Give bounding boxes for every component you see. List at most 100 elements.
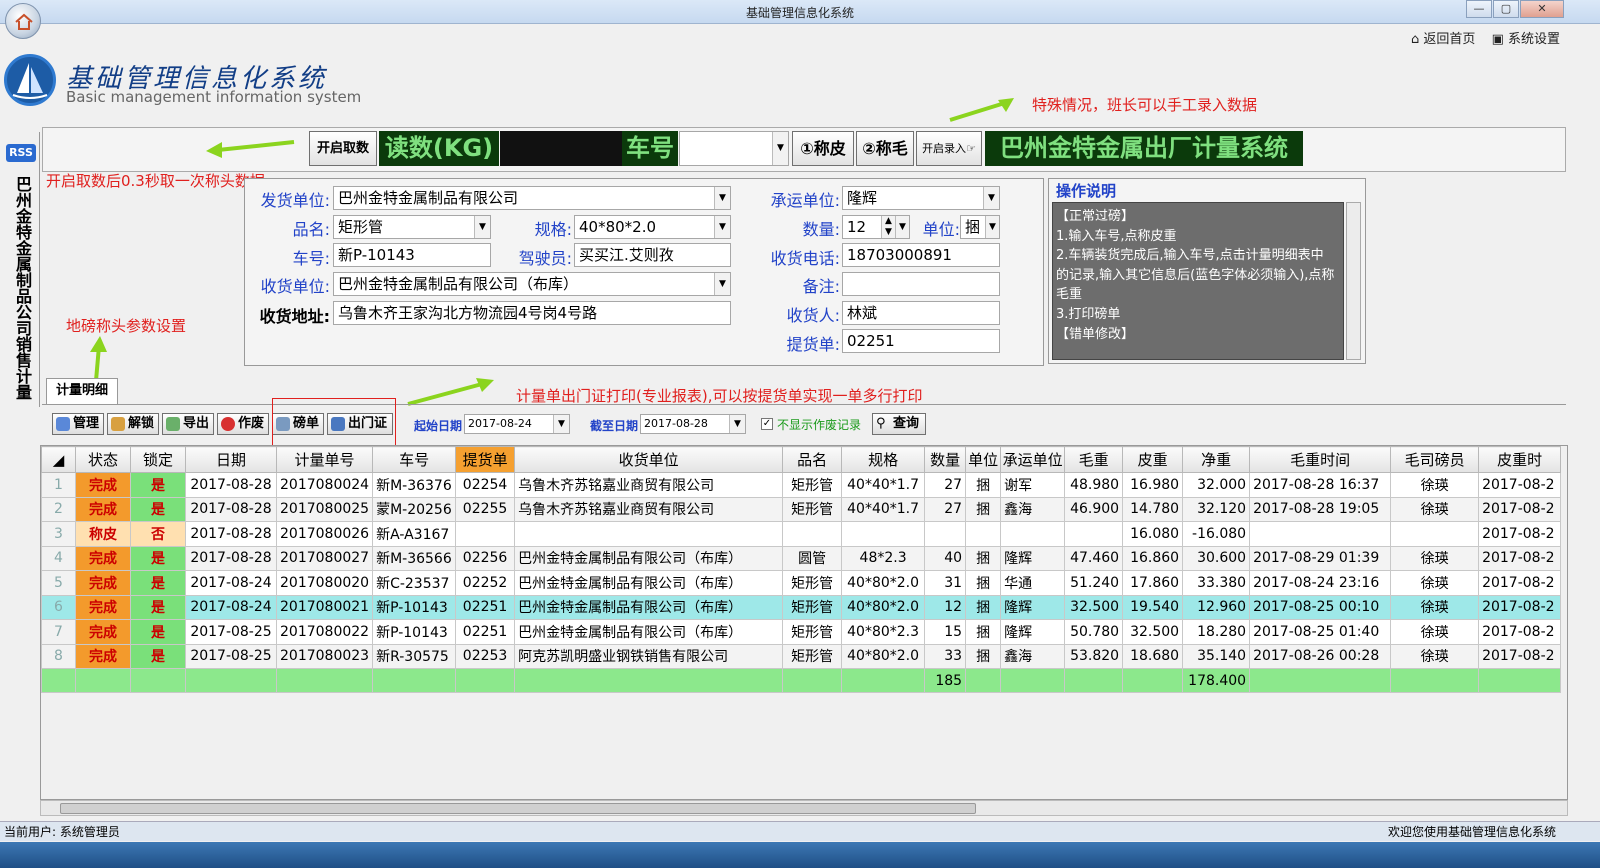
table-cell[interactable]: 乌鲁木齐苏铭嘉业商贸有限公司: [514, 496, 784, 522]
table-cell[interactable]: [514, 521, 784, 547]
gross-weigh-button[interactable]: ②称毛: [856, 131, 914, 166]
table-cell[interactable]: 32.500: [1122, 619, 1184, 645]
row-number[interactable]: 7: [41, 619, 76, 645]
table-cell[interactable]: 02251: [455, 619, 516, 645]
table-cell[interactable]: 徐瑛: [1390, 472, 1480, 498]
table-row[interactable]: 5 完成是 2017-08-24 2017080020 新C-23537 02252 巴州金…: [41, 570, 1562, 596]
table-cell[interactable]: 18.280: [1182, 619, 1251, 645]
table-cell[interactable]: [1000, 521, 1066, 547]
table-cell[interactable]: 捆: [965, 594, 1002, 620]
table-cell[interactable]: 新A-A3167: [372, 521, 457, 547]
table-cell[interactable]: [841, 521, 926, 547]
table-cell[interactable]: 2017-08-24: [185, 570, 277, 596]
table-cell[interactable]: 蒙M-20256: [372, 496, 457, 522]
table-cell[interactable]: 2017-08-25 01:40: [1249, 619, 1392, 645]
table-cell[interactable]: 2017-08-2: [1478, 643, 1562, 669]
table-cell[interactable]: 新C-23537: [372, 570, 457, 596]
table-cell[interactable]: 新P-10143: [372, 619, 457, 645]
table-row[interactable]: 7 完成是 2017-08-25 2017080022 新P-10143 02251 巴州金…: [41, 619, 1562, 645]
table-cell[interactable]: 02255: [455, 496, 516, 522]
table-cell[interactable]: 捆: [965, 619, 1002, 645]
table-cell[interactable]: 矩形管: [782, 496, 843, 522]
address-field[interactable]: 乌鲁木齐王家沟北方物流园4号岗4号路: [333, 301, 731, 325]
row-number[interactable]: 3: [41, 521, 76, 547]
table-cell[interactable]: 02251: [455, 594, 516, 620]
table-cell[interactable]: 2017-08-28: [185, 496, 277, 522]
table-cell[interactable]: 27: [924, 496, 967, 522]
chevron-down-icon[interactable]: ▼: [474, 216, 490, 238]
table-cell[interactable]: 新P-10143: [372, 594, 457, 620]
product-select[interactable]: 矩形管 ▼: [333, 215, 491, 239]
table-cell[interactable]: 2017-08-2: [1478, 496, 1562, 522]
table-cell[interactable]: 徐瑛: [1390, 643, 1480, 669]
table-cell[interactable]: 鑫海: [1000, 643, 1066, 669]
table-cell[interactable]: 2017-08-26 00:28: [1249, 643, 1392, 669]
start-reading-button[interactable]: 开启取数: [309, 131, 377, 166]
table-cell[interactable]: 16.080: [1122, 521, 1184, 547]
table-cell[interactable]: 2017080021: [275, 594, 374, 620]
home-orb-button[interactable]: [5, 3, 41, 39]
system-settings-link[interactable]: ▣ 系统设置: [1492, 32, 1560, 47]
col-unit[interactable]: 单位: [965, 446, 1002, 473]
table-cell[interactable]: 02254: [455, 472, 516, 498]
table-cell[interactable]: [1390, 521, 1480, 547]
table-cell[interactable]: 是: [130, 570, 186, 596]
table-cell[interactable]: 2017-08-2: [1478, 472, 1562, 498]
table-cell[interactable]: 2017-08-24: [185, 594, 277, 620]
table-cell[interactable]: 2017-08-2: [1478, 619, 1562, 645]
col-lock[interactable]: 锁定: [130, 446, 186, 473]
col-gross-time[interactable]: 毛重时间: [1249, 446, 1392, 473]
table-cell[interactable]: 谢军: [1000, 472, 1066, 498]
table-cell[interactable]: 新M-36566: [372, 545, 457, 571]
table-cell[interactable]: 40: [924, 545, 967, 571]
table-cell[interactable]: 是: [130, 643, 186, 669]
scrollbar-thumb[interactable]: [60, 803, 976, 814]
table-cell[interactable]: 15: [924, 619, 967, 645]
plate-select[interactable]: ▼: [679, 131, 789, 166]
table-cell[interactable]: 51.240: [1064, 570, 1124, 596]
chevron-down-icon[interactable]: ▼: [983, 187, 999, 209]
table-row[interactable]: 1 完成是 2017-08-28 2017080024 新M-36376 02254 乌鲁木…: [41, 472, 1562, 498]
table-cell[interactable]: 33: [924, 643, 967, 669]
table-row[interactable]: 2 完成是 2017-08-28 2017080025 蒙M-20256 02255 乌鲁木…: [41, 496, 1562, 522]
table-cell[interactable]: 否: [130, 521, 186, 547]
quantity-stepper[interactable]: 12 ▲ ▼ ▼: [842, 215, 910, 239]
chevron-down-icon[interactable]: ▼: [714, 216, 730, 238]
table-row[interactable]: 8 完成是 2017-08-25 2017080023 新R-30575 02253 阿克苏…: [41, 643, 1562, 669]
table-cell[interactable]: 50.780: [1064, 619, 1124, 645]
table-cell[interactable]: 乌鲁木齐苏铭嘉业商贸有限公司: [514, 472, 784, 498]
phone-field[interactable]: 18703000891: [842, 243, 1000, 267]
table-cell[interactable]: 隆辉: [1000, 594, 1066, 620]
plate-field[interactable]: 新P-10143: [333, 243, 491, 267]
table-cell[interactable]: 18.680: [1122, 643, 1184, 669]
table-cell[interactable]: 17.860: [1122, 570, 1184, 596]
col-gross-operator[interactable]: 毛司磅员: [1390, 446, 1480, 473]
shipper-select[interactable]: 巴州金特金属制品有限公司 ▼: [333, 186, 731, 210]
tare-weigh-button[interactable]: ①称皮: [792, 131, 854, 166]
table-cell[interactable]: 华通: [1000, 570, 1066, 596]
table-cell[interactable]: 2017-08-28: [185, 545, 277, 571]
table-cell[interactable]: 2017-08-25: [185, 619, 277, 645]
spec-select[interactable]: 40*80*2.0 ▼: [574, 215, 731, 239]
table-cell[interactable]: 12: [924, 594, 967, 620]
table-cell[interactable]: 40*40*1.7: [841, 472, 926, 498]
col-spec[interactable]: 规格: [841, 446, 926, 473]
table-cell[interactable]: 完成: [75, 594, 131, 620]
table-cell[interactable]: 2017080027: [275, 545, 374, 571]
chevron-down-icon[interactable]: ▼: [985, 216, 999, 238]
chevron-down-icon[interactable]: ▼: [772, 132, 788, 165]
table-cell[interactable]: 2017-08-28: [185, 472, 277, 498]
end-date-picker[interactable]: 2017-08-28 ▼: [640, 414, 746, 434]
table-cell[interactable]: 2017-08-28 16:37: [1249, 472, 1392, 498]
table-cell[interactable]: 48*2.3: [841, 545, 926, 571]
table-cell[interactable]: [1249, 521, 1392, 547]
col-date[interactable]: 日期: [185, 446, 277, 473]
close-button[interactable]: ✕: [1520, 0, 1564, 18]
col-qty[interactable]: 数量: [924, 446, 967, 473]
table-cell[interactable]: 称皮: [75, 521, 131, 547]
table-cell[interactable]: 16.860: [1122, 545, 1184, 571]
table-cell[interactable]: 捆: [965, 545, 1002, 571]
table-cell[interactable]: 是: [130, 594, 186, 620]
table-cell[interactable]: 隆辉: [1000, 619, 1066, 645]
rss-icon[interactable]: RSS: [6, 144, 36, 162]
